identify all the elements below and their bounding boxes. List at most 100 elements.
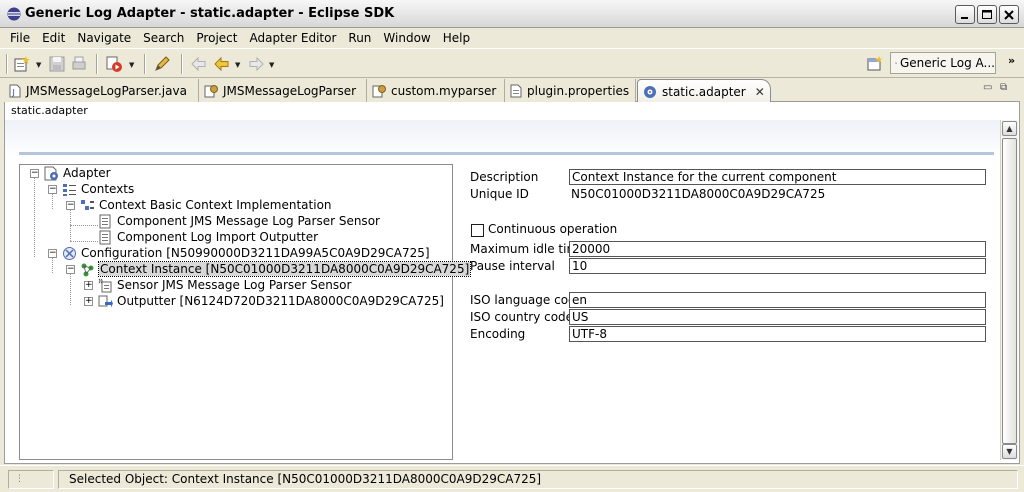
new-dropdown-icon[interactable]: ▼ (36, 61, 41, 69)
tab-static-adapter[interactable]: static.adapter ✕ (637, 79, 771, 103)
menu-file[interactable]: File (4, 31, 36, 45)
tree-line (70, 241, 98, 242)
tree-label: Context Instance [N50C01000D3211DA8000C0… (97, 261, 472, 277)
minimize-view-icon[interactable]: ▭ (983, 82, 992, 93)
run-dropdown-icon[interactable]: ▼ (129, 61, 134, 69)
unique-id-label: Unique ID (470, 187, 529, 201)
collapse-toggle-icon[interactable]: − (66, 201, 75, 210)
tree-item-sensor[interactable]: Sensor JMS Message Log Parser Sensor (98, 277, 351, 293)
tree-item-context-instance[interactable]: Context Instance [N50C01000D3211DA8000C0… (80, 261, 472, 277)
tab-label: static.adapter (662, 84, 746, 99)
unique-id-value: N50C01000D3211DA8000C0A9D29CA725 (571, 187, 826, 201)
tree-item-context-implementation[interactable]: Context Basic Context Implementation (80, 197, 332, 213)
tab-label: JMSMessageLogParser.java (26, 83, 187, 98)
encoding-field[interactable]: UTF-8 (569, 326, 986, 342)
expand-toggle-icon[interactable]: + (84, 281, 93, 290)
iso-country-field[interactable]: US (569, 309, 986, 325)
menu-window[interactable]: Window (377, 31, 436, 45)
scroll-up-icon[interactable]: ▲ (1002, 121, 1017, 136)
close-tab-icon[interactable]: ✕ (755, 85, 765, 99)
close-icon (1004, 10, 1014, 20)
tree-item-adapter[interactable]: Adapter (44, 165, 111, 181)
editor-banner (5, 120, 1000, 156)
collapse-toggle-icon[interactable]: − (48, 185, 57, 194)
context-instance-icon (81, 263, 94, 276)
configuration-icon (63, 246, 76, 260)
forward-icon[interactable] (247, 55, 265, 73)
description-field[interactable]: Context Instance for the current compone… (569, 169, 986, 185)
toolbar-separator (6, 54, 7, 74)
tree-label: Adapter (63, 166, 111, 180)
back-history-icon[interactable] (190, 55, 208, 73)
perspective-label: Generic Log A... (899, 56, 995, 70)
tree-label: Component JMS Message Log Parser Sensor (117, 214, 380, 228)
menu-run[interactable]: Run (342, 31, 377, 45)
menu-navigate[interactable]: Navigate (71, 31, 137, 45)
expand-toggle-icon[interactable]: + (84, 297, 93, 306)
tree-item-outputter[interactable]: Outputter [N6124D720D3211DA8000C0A9D29CA… (98, 293, 444, 309)
title-bar: Generic Log Adapter - static.adapter - E… (0, 0, 1024, 28)
pause-interval-field[interactable]: 10 (569, 258, 986, 274)
back-icon[interactable] (213, 55, 231, 73)
component-icon (99, 214, 111, 228)
parser-icon (372, 84, 386, 97)
tree-label: Contexts (81, 182, 135, 196)
collapse-toggle-icon[interactable]: − (30, 169, 39, 178)
menu-search[interactable]: Search (137, 31, 190, 45)
open-perspective-icon[interactable] (866, 55, 884, 73)
sensor-icon (98, 278, 112, 292)
svg-text:J: J (12, 88, 15, 97)
main-toolbar: ▼ ▼ ▼ ▼ (0, 48, 1024, 78)
menu-help[interactable]: Help (437, 31, 476, 45)
menu-edit[interactable]: Edit (36, 31, 71, 45)
scroll-down-icon[interactable]: ▼ (1002, 444, 1017, 459)
toolbar-separator (96, 54, 97, 74)
toolbar-separator (144, 54, 145, 74)
text-file-icon (510, 84, 522, 97)
editor-tabs: J JMSMessageLogParser.java JMSMessageLog… (4, 79, 1020, 103)
java-file-icon: J (9, 84, 21, 97)
minimize-icon (961, 17, 968, 19)
back-dropdown-icon[interactable]: ▼ (235, 61, 240, 69)
tab-plugin-properties[interactable]: plugin.properties (505, 79, 636, 102)
parser-icon (204, 84, 218, 97)
tree-line (34, 177, 35, 257)
more-perspectives-button[interactable]: » (1008, 54, 1015, 67)
continuous-operation-checkbox[interactable] (471, 224, 484, 237)
tab-custom-myparser[interactable]: custom.myparser (367, 79, 505, 102)
max-idle-time-field[interactable]: 20000 (569, 241, 986, 257)
tree-item-component-outputter[interactable]: Component Log Import Outputter (98, 229, 318, 245)
scrollbar-thumb[interactable] (1002, 138, 1017, 444)
tree-item-configuration[interactable]: Configuration [N50990000D3211DA99A5C0A9D… (62, 245, 430, 261)
save-icon[interactable] (48, 55, 66, 73)
new-wizard-icon[interactable] (13, 55, 31, 73)
vertical-scrollbar[interactable]: ▲ ▼ (1000, 120, 1018, 460)
close-button[interactable] (999, 5, 1019, 24)
menu-adapter-editor[interactable]: Adapter Editor (243, 31, 342, 45)
iso-language-field[interactable]: en (569, 292, 986, 308)
maximize-button[interactable] (977, 5, 997, 24)
maximize-view-icon[interactable]: ⧉ (1000, 82, 1007, 93)
status-grip: ⋮ (8, 470, 54, 489)
collapse-toggle-icon[interactable]: − (66, 265, 75, 274)
tab-jmsmessagelogparser[interactable]: JMSMessageLogParser (199, 79, 367, 102)
forward-dropdown-icon[interactable]: ▼ (269, 61, 274, 69)
component-icon (99, 230, 111, 244)
tree-item-component-sensor[interactable]: Component JMS Message Log Parser Sensor (98, 213, 380, 229)
adapter-editor: static.adapter ▲ ▼ − − − − − + + Adapter (4, 102, 1020, 464)
tree-line (52, 193, 53, 209)
minimize-button[interactable] (955, 5, 975, 24)
tab-jmsmessagelogparser-java[interactable]: J JMSMessageLogParser.java (4, 79, 199, 102)
perspective-button[interactable]: Generic Log A... (890, 52, 996, 74)
adapter-tree[interactable]: − − − − − + + Adapter Contexts Context B… (19, 164, 472, 460)
menu-project[interactable]: Project (190, 31, 243, 45)
eclipse-icon (7, 7, 21, 21)
contexts-icon (63, 183, 76, 196)
run-icon[interactable] (105, 55, 123, 73)
pen-icon[interactable] (153, 55, 171, 73)
print-icon[interactable] (70, 55, 88, 73)
tree-item-contexts[interactable]: Contexts (62, 181, 134, 197)
continuous-operation-label: Continuous operation (488, 222, 618, 236)
collapse-toggle-icon[interactable]: − (48, 249, 57, 258)
status-message: Selected Object: Context Instance [N50C0… (58, 470, 1018, 489)
